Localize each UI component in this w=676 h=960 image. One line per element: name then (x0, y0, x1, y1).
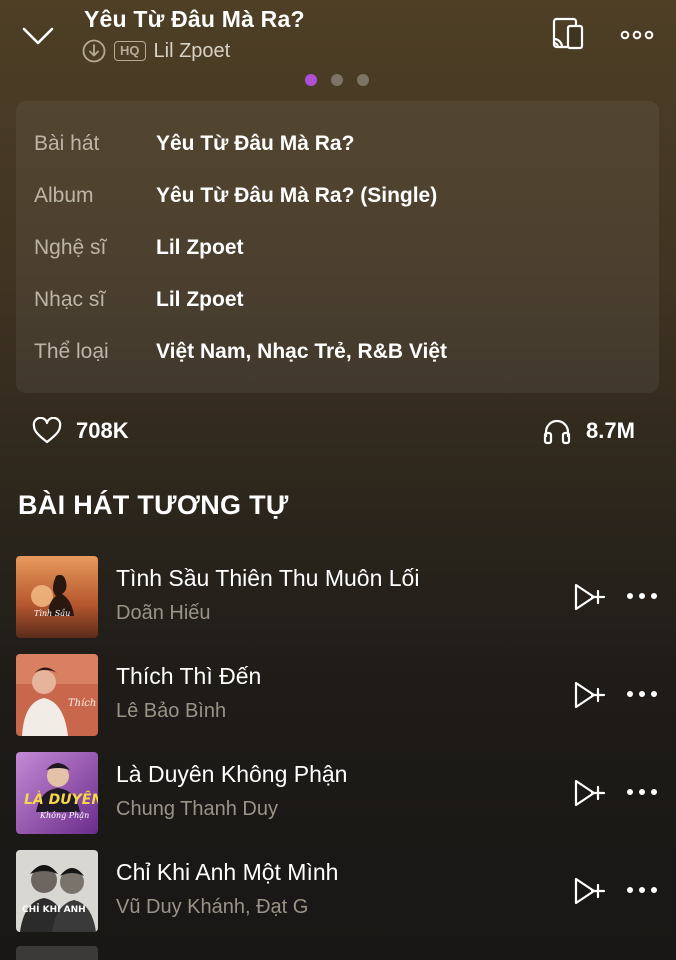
song-list-item[interactable]: CHỈ KHI ANH Chỉ Khi Anh Một Mình Vũ Duy … (0, 850, 676, 934)
headphones-icon (543, 419, 571, 445)
song-thumbnail: Tình Sầu (16, 556, 98, 638)
song-thumbnail: Thích (16, 654, 98, 736)
play-add-icon (574, 877, 606, 905)
song-artist[interactable]: Lil Zpoet (154, 40, 231, 63)
heart-icon (32, 417, 62, 444)
more-icon (627, 691, 657, 697)
add-to-playlist-button[interactable] (572, 680, 606, 710)
song-title: Thích Thì Đến (116, 663, 262, 689)
song-artist: Lê Bảo Bình (116, 700, 227, 722)
song-title: Chỉ Khi Anh Một Mình (116, 859, 339, 885)
svg-text:Thích: Thích (68, 698, 96, 709)
listen-stat: 8.7M (542, 414, 635, 448)
info-value[interactable]: Yêu Từ Đâu Mà Ra? (Single) (156, 184, 437, 208)
svg-text:Tình Sầu: Tình Sầu (34, 609, 70, 618)
more-button[interactable] (626, 687, 658, 701)
song-title: Yêu Từ Đâu Mà Ra? (84, 6, 305, 32)
info-value[interactable]: Việt Nam, Nhạc Trẻ, R&B Việt (156, 340, 447, 364)
download-icon[interactable] (82, 39, 106, 63)
listen-count: 8.7M (586, 418, 635, 443)
page-dot[interactable] (357, 74, 369, 86)
info-row-artist[interactable]: Nghệ sĩ Lil Zpoet (34, 233, 244, 263)
play-add-icon (574, 779, 606, 807)
page-dot[interactable] (331, 74, 343, 86)
song-thumbnail-partial (16, 946, 98, 960)
song-title: Là Duyên Không Phận (116, 761, 348, 787)
info-label: Nhạc sĩ (34, 288, 106, 311)
song-list-item[interactable]: Tình Sầu Tình Sầu Thiên Thu Muôn Lối Doã… (0, 556, 676, 640)
info-value[interactable]: Lil Zpoet (156, 236, 244, 260)
add-to-playlist-button[interactable] (572, 582, 606, 612)
info-label: Album (34, 184, 94, 207)
more-button[interactable] (626, 589, 658, 603)
info-row-album[interactable]: Album Yêu Từ Đâu Mà Ra? (Single) (34, 181, 437, 211)
song-list-item[interactable]: LÀ DUYÊN Không Phận Là Duyên Không Phận … (0, 752, 676, 836)
song-title: Tình Sầu Thiên Thu Muôn Lối (116, 565, 420, 591)
info-row-composer[interactable]: Nhạc sĩ Lil Zpoet (34, 285, 244, 315)
add-to-playlist-button[interactable] (572, 876, 606, 906)
song-artist: Vũ Duy Khánh, Đạt G (116, 896, 309, 918)
more-icon (620, 30, 654, 40)
info-value[interactable]: Lil Zpoet (156, 288, 244, 312)
svg-text:CHỈ KHI ANH: CHỈ KHI ANH (22, 903, 86, 915)
info-label: Bài hát (34, 132, 100, 155)
info-value: Yêu Từ Đâu Mà Ra? (156, 132, 355, 155)
more-button[interactable] (626, 785, 658, 799)
like-button[interactable]: 708K (32, 414, 129, 448)
info-row-genre[interactable]: Thể loại Việt Nam, Nhạc Trẻ, R&B Việt (34, 337, 447, 367)
info-row-song: Bài hát Yêu Từ Đâu Mà Ra? (34, 129, 354, 159)
collapse-button[interactable] (20, 20, 56, 52)
song-subtitle-row: HQ Lil Zpoet (82, 38, 230, 64)
section-heading: BÀI HÁT TƯƠNG TỰ (18, 490, 289, 520)
more-button[interactable] (626, 883, 658, 897)
song-artist: Doãn Hiếu (116, 602, 211, 624)
song-thumbnail: LÀ DUYÊN Không Phận (16, 752, 98, 834)
page-dot[interactable] (305, 74, 317, 86)
cast-button[interactable] (550, 16, 586, 52)
more-icon (627, 593, 657, 599)
chevron-down-icon (22, 27, 54, 45)
svg-text:Không Phận: Không Phận (39, 811, 89, 820)
more-icon (627, 887, 657, 893)
cast-icon (552, 17, 584, 50)
svg-text:LÀ DUYÊN: LÀ DUYÊN (24, 791, 98, 808)
song-artist: Chung Thanh Duy (116, 798, 278, 820)
song-list-item[interactable]: Thích Thích Thì Đến Lê Bảo Bình (0, 654, 676, 738)
song-info-card: Bài hát Yêu Từ Đâu Mà Ra? Album Yêu Từ Đ… (16, 101, 659, 393)
hq-badge: HQ (114, 41, 146, 61)
play-add-icon (574, 583, 606, 611)
page-indicator (305, 74, 369, 86)
info-label: Nghệ sĩ (34, 236, 107, 259)
add-to-playlist-button[interactable] (572, 778, 606, 808)
info-label: Thể loại (34, 340, 109, 363)
play-add-icon (574, 681, 606, 709)
more-options-button[interactable] (620, 26, 654, 44)
like-count: 708K (76, 418, 129, 443)
song-thumbnail: CHỈ KHI ANH (16, 850, 98, 932)
more-icon (627, 789, 657, 795)
